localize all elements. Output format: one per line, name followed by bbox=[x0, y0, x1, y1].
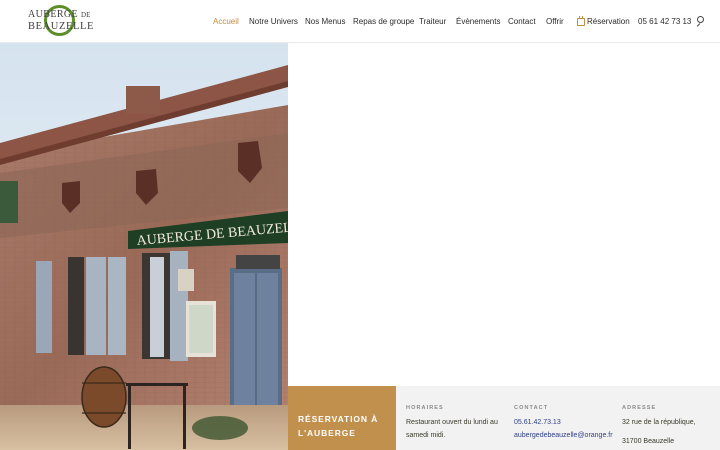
adresse-street: 32 rue de la république, bbox=[622, 419, 696, 426]
hero-photo: AUBERGE DE BEAUZELLE bbox=[0, 43, 288, 450]
horaires-label: HORAIRES bbox=[406, 405, 444, 411]
nav-item-notre-univers[interactable]: Notre Univers bbox=[249, 16, 298, 28]
adresse-city: 31700 Beauzelle bbox=[622, 437, 675, 445]
logo-line-1: AUBERGE DE bbox=[28, 9, 91, 20]
nav-item-accueil[interactable]: Accueil bbox=[213, 16, 239, 28]
info-contact: CONTACT 05.61.42.73.13 aubergedebeauzell… bbox=[514, 386, 614, 450]
nav-item-repas-de-groupe[interactable]: Repas de groupe bbox=[353, 16, 414, 28]
info-horaires: HORAIRES Restaurant ouvert du lundi au s… bbox=[406, 386, 506, 450]
nav-item-nos-menus[interactable]: Nos Menus bbox=[305, 16, 345, 28]
nav-phone-link[interactable]: 05 61 42 73 13 bbox=[638, 16, 691, 28]
contact-email[interactable]: aubergedebeauzelle@orange.fr bbox=[514, 430, 614, 443]
nav-item-traiteur[interactable]: Traiteur bbox=[419, 16, 446, 28]
info-adresse: ADRESSE 32 rue de la république, 31700 B… bbox=[622, 386, 718, 450]
site-logo[interactable]: AUBERGE DE BEAUZELLE bbox=[28, 5, 93, 38]
adresse-label: ADRESSE bbox=[622, 405, 657, 411]
contact-phone[interactable]: 05.61.42.73.13 bbox=[514, 417, 614, 430]
contact-label: CONTACT bbox=[514, 405, 549, 411]
reservation-title[interactable]: RÉSERVATION À L'AUBERGE bbox=[298, 412, 386, 440]
nav-item-offrir[interactable]: Offrir bbox=[546, 16, 564, 28]
search-icon[interactable] bbox=[695, 16, 705, 27]
logo-line-2: BEAUZELLE bbox=[28, 21, 95, 32]
info-bar: RÉSERVATION À L'AUBERGE HORAIRES Restaur… bbox=[288, 386, 720, 450]
calendar-icon bbox=[577, 16, 585, 26]
nav-item-evenements[interactable]: Évènements bbox=[456, 16, 500, 28]
nav-item-contact[interactable]: Contact bbox=[508, 16, 536, 28]
site-header: AUBERGE DE BEAUZELLE Accueil Notre Univer… bbox=[0, 0, 720, 43]
reservation-cta[interactable]: RÉSERVATION À L'AUBERGE bbox=[288, 386, 396, 450]
nav-item-reservation[interactable]: Réservation bbox=[587, 16, 630, 28]
horaires-text: Restaurant ouvert du lundi au samedi mid… bbox=[406, 419, 498, 439]
